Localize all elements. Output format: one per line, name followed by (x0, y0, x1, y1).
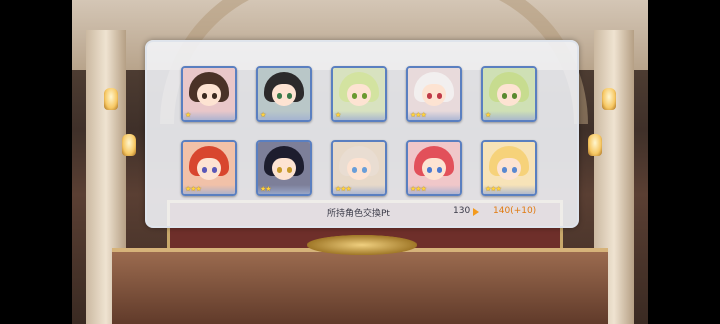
arrow-right-icon (473, 208, 479, 216)
character-grid: ★ ★ ★ ★★★ ★ ★★★ ★★ ★★★ ★★★ ★★★ (181, 66, 545, 196)
rank-bar (333, 111, 385, 120)
character-eye (352, 93, 357, 99)
character-eye (202, 167, 207, 173)
character-eye (502, 93, 507, 99)
star-rating-icon: ★★★ (485, 185, 502, 193)
character-eye (427, 93, 432, 99)
character-eye (427, 167, 432, 173)
gold-ornament (307, 235, 417, 255)
rank-bar (483, 111, 535, 120)
character-eye (277, 93, 282, 99)
pt-current-value: 130 (453, 206, 471, 216)
star-rating-icon: ★★★ (410, 185, 427, 193)
character-card[interactable]: ★★ (256, 140, 312, 196)
character-card[interactable]: ★ (481, 66, 537, 122)
star-rating-icon: ★★★ (335, 185, 352, 193)
character-eye (362, 167, 367, 173)
character-card[interactable]: ★★★ (331, 140, 387, 196)
character-eye (502, 167, 507, 173)
character-card[interactable]: ★★★ (406, 140, 462, 196)
lamp-icon (602, 88, 616, 110)
lamp-icon (122, 134, 136, 156)
counter (112, 248, 608, 324)
character-card[interactable]: ★ (256, 66, 312, 122)
character-eye (512, 93, 517, 99)
character-card[interactable]: ★ (181, 66, 237, 122)
character-eye (212, 167, 217, 173)
character-card[interactable]: ★★★ (181, 140, 237, 196)
star-rating-icon: ★★ (260, 185, 272, 193)
star-rating-icon: ★ (185, 111, 191, 119)
character-card[interactable]: ★★★ (406, 66, 462, 122)
lamp-icon (104, 88, 118, 110)
star-rating-icon: ★ (335, 111, 341, 119)
star-rating-icon: ★★★ (185, 185, 202, 193)
right-letterbox (648, 0, 720, 324)
character-eye (437, 167, 442, 173)
character-eye (512, 167, 517, 173)
character-eye (362, 93, 367, 99)
left-letterbox (0, 0, 72, 324)
lamp-icon (588, 134, 602, 156)
rank-bar (258, 111, 310, 120)
character-eye (352, 167, 357, 173)
pt-after-value: 140(+10) (493, 206, 537, 216)
star-rating-icon: ★★★ (410, 111, 427, 119)
character-eye (277, 167, 282, 173)
character-eye (212, 93, 217, 99)
star-rating-icon: ★ (485, 111, 491, 119)
character-eye (437, 93, 442, 99)
pt-summary: 所持角色交換Pt 130 140(+10) (327, 206, 567, 220)
pt-label: 所持角色交換Pt (327, 209, 390, 219)
character-eye (287, 93, 292, 99)
character-eye (202, 93, 207, 99)
character-eye (287, 167, 292, 173)
character-card[interactable]: ★★★ (481, 140, 537, 196)
character-exchange-panel: ★ ★ ★ ★★★ ★ ★★★ ★★ ★★★ ★★★ ★★★ 所持角色交換Pt 130 140(+… (145, 40, 579, 228)
character-card[interactable]: ★ (331, 66, 387, 122)
star-rating-icon: ★ (260, 111, 266, 119)
rank-bar (183, 111, 235, 120)
